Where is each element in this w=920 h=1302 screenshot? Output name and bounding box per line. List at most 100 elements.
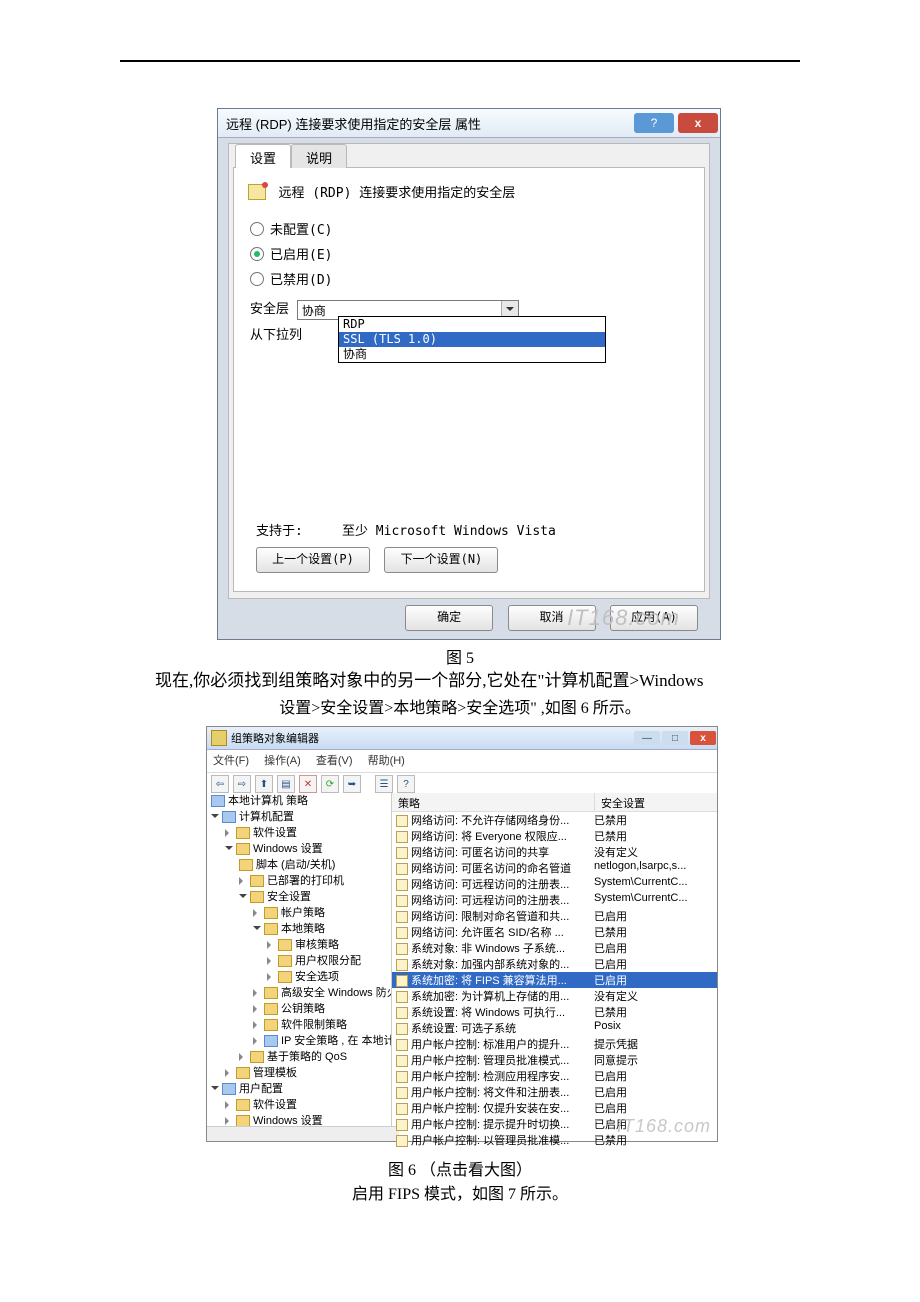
cancel-button[interactable]: 取消 [508, 605, 596, 631]
row-policy: 用户帐户控制: 将文件和注册表... [411, 1087, 569, 1099]
list-row[interactable]: 网络访问: 可匿名访问的命名管道netlogon,lsarpc,s... [392, 860, 717, 876]
next-setting-button[interactable]: 下一个设置(N) [384, 547, 498, 573]
radio-enabled[interactable]: 已启用(E) [250, 244, 696, 263]
up-icon[interactable]: ⬆ [255, 775, 273, 793]
tree-u-software[interactable]: 软件设置 [253, 1099, 297, 1111]
menu-action[interactable]: 操作(A) [264, 755, 301, 767]
list-row[interactable]: 网络访问: 允许匿名 SID/名称 ...已禁用 [392, 924, 717, 940]
col-policy[interactable]: 策略 [392, 793, 595, 811]
list-row[interactable]: 网络访问: 限制对命名管道和共...已启用 [392, 908, 717, 924]
tree-computer-config[interactable]: 计算机配置 [239, 811, 294, 823]
delete-icon[interactable]: ✕ [299, 775, 317, 793]
show-icon[interactable]: ▤ [277, 775, 295, 793]
minimize-button[interactable]: — [634, 731, 660, 745]
list-row[interactable]: 用户帐户控制: 提示提升时切换...已启用 [392, 1116, 717, 1132]
radio-disabled[interactable]: 已禁用(D) [250, 269, 696, 288]
menu-view[interactable]: 查看(V) [316, 755, 353, 767]
list-row[interactable]: 系统加密: 将 FIPS 兼容算法用...已启用 [392, 972, 717, 988]
list-row[interactable]: 网络访问: 将 Everyone 权限应...已禁用 [392, 828, 717, 844]
help-icon[interactable]: ? [397, 775, 415, 793]
forward-icon[interactable]: ⇨ [233, 775, 251, 793]
tree-software-restrict[interactable]: 软件限制策略 [281, 1019, 347, 1031]
list-row[interactable]: 网络访问: 不允许存储网络身份...已禁用 [392, 812, 717, 828]
row-setting: netlogon,lsarpc,s... [590, 860, 708, 876]
prev-setting-button[interactable]: 上一个设置(P) [256, 547, 370, 573]
policy-icon [396, 1119, 408, 1131]
close-button[interactable]: x [690, 731, 716, 745]
list-row[interactable]: 用户帐户控制: 标准用户的提升...提示凭据 [392, 1036, 717, 1052]
close-button[interactable]: x [678, 113, 718, 133]
ok-button[interactable]: 确定 [405, 605, 493, 631]
security-layer-dropdown[interactable]: RDP SSL (TLS 1.0) 协商 [338, 316, 606, 363]
dropdown-opt-rdp[interactable]: RDP [339, 317, 605, 332]
tree-qos[interactable]: 基于策略的 QoS [267, 1051, 347, 1063]
folder-icon [236, 1099, 250, 1111]
list-row[interactable]: 系统设置: 可选子系统Posix [392, 1020, 717, 1036]
tree-root[interactable]: 本地计算机 策略 [228, 795, 308, 807]
list-row[interactable]: 用户帐户控制: 将文件和注册表...已启用 [392, 1084, 717, 1100]
tree-printers[interactable]: 已部署的打印机 [267, 875, 344, 887]
fig5-dialog: 远程 (RDP) 连接要求使用指定的安全层 属性 ? x 设置 说明 远程 (R… [217, 108, 721, 640]
row-policy: 系统设置: 将 Windows 可执行... [411, 1007, 565, 1019]
folder-icon [264, 923, 278, 935]
row-setting: 没有定义 [590, 988, 708, 1004]
export-icon[interactable]: ➥ [343, 775, 361, 793]
list-row[interactable]: 系统设置: 将 Windows 可执行...已禁用 [392, 1004, 717, 1020]
list-row[interactable]: 用户帐户控制: 仅提升安装在安...已启用 [392, 1100, 717, 1116]
tree-security-options[interactable]: 安全选项 [295, 971, 339, 983]
help-button[interactable]: ? [634, 113, 674, 133]
fig5-caption: 图 5 [0, 644, 920, 668]
tree-user-rights[interactable]: 用户权限分配 [295, 955, 361, 967]
tree-ipsec[interactable]: IP 安全策略 , 在 本地计算机 [281, 1035, 392, 1047]
back-icon[interactable]: ⇦ [211, 775, 229, 793]
tree-account-policies[interactable]: 帐户策略 [281, 907, 325, 919]
tree-local-policies[interactable]: 本地策略 [281, 923, 325, 935]
list-row[interactable]: 系统对象: 加强内部系统对象的...已启用 [392, 956, 717, 972]
col-setting[interactable]: 安全设置 [595, 793, 717, 811]
dropdown-opt-ssl[interactable]: SSL (TLS 1.0) [339, 332, 605, 347]
tree-user-config[interactable]: 用户配置 [239, 1083, 283, 1095]
row-setting: 已启用 [590, 972, 708, 988]
list-row[interactable]: 用户帐户控制: 检测应用程序安...已启用 [392, 1068, 717, 1084]
policy-icon [248, 184, 266, 200]
properties-icon[interactable]: ☰ [375, 775, 393, 793]
computer-icon [211, 795, 225, 807]
tree-admin-templates[interactable]: 管理模板 [253, 1067, 297, 1079]
apply-button[interactable]: 应用(A) [610, 605, 698, 631]
tree-public-key[interactable]: 公钥策略 [281, 1003, 325, 1015]
list-row[interactable]: 网络访问: 可匿名访问的共享没有定义 [392, 844, 717, 860]
tree-windows-settings[interactable]: Windows 设置 [253, 843, 323, 855]
tab-description[interactable]: 说明 [291, 144, 347, 168]
row-policy: 用户帐户控制: 标准用户的提升... [411, 1039, 569, 1051]
script-icon [239, 859, 253, 871]
list-row[interactable]: 网络访问: 可远程访问的注册表...System\CurrentC... [392, 876, 717, 892]
tree-firewall[interactable]: 高级安全 Windows 防火墙 [281, 987, 392, 999]
horizontal-rule [120, 60, 800, 62]
list-row[interactable]: 用户帐户控制: 以管理员批准模...已禁用 [392, 1132, 717, 1148]
menu-help[interactable]: 帮助(H) [368, 755, 405, 767]
tree-audit-policy[interactable]: 审核策略 [295, 939, 339, 951]
tab-settings[interactable]: 设置 [235, 144, 291, 168]
policy-icon [396, 1087, 408, 1099]
tree-security-settings[interactable]: 安全设置 [267, 891, 311, 903]
user-icon [222, 1083, 236, 1095]
radio-not-configured[interactable]: 未配置(C) [250, 219, 696, 238]
list-row[interactable]: 用户帐户控制: 管理员批准模式...同意提示 [392, 1052, 717, 1068]
list-row[interactable]: 网络访问: 可远程访问的注册表...System\CurrentC... [392, 892, 717, 908]
menu-file[interactable]: 文件(F) [213, 755, 249, 767]
refresh-icon[interactable]: ⟳ [321, 775, 339, 793]
policy-icon [396, 847, 408, 859]
row-setting: System\CurrentC... [590, 876, 708, 892]
list-row[interactable]: 系统加密: 为计算机上存储的用...没有定义 [392, 988, 717, 1004]
maximize-button[interactable]: □ [662, 731, 688, 745]
row-policy: 用户帐户控制: 管理员批准模式... [411, 1055, 569, 1067]
tree-software-settings[interactable]: 软件设置 [253, 827, 297, 839]
row-setting: 已禁用 [590, 924, 708, 940]
tree-pane[interactable]: 本地计算机 策略 计算机配置 软件设置 Windows 设置 脚本 (启动/关机… [207, 793, 392, 1141]
list-row[interactable]: 系统对象: 非 Windows 子系统...已启用 [392, 940, 717, 956]
list-body[interactable]: 网络访问: 不允许存储网络身份...已禁用网络访问: 将 Everyone 权限… [392, 812, 717, 1148]
policy-icon [396, 1071, 408, 1083]
tree-scripts[interactable]: 脚本 (启动/关机) [256, 859, 335, 871]
dropdown-opt-negotiate[interactable]: 协商 [339, 347, 605, 362]
tree-scrollbar[interactable] [207, 1126, 392, 1141]
